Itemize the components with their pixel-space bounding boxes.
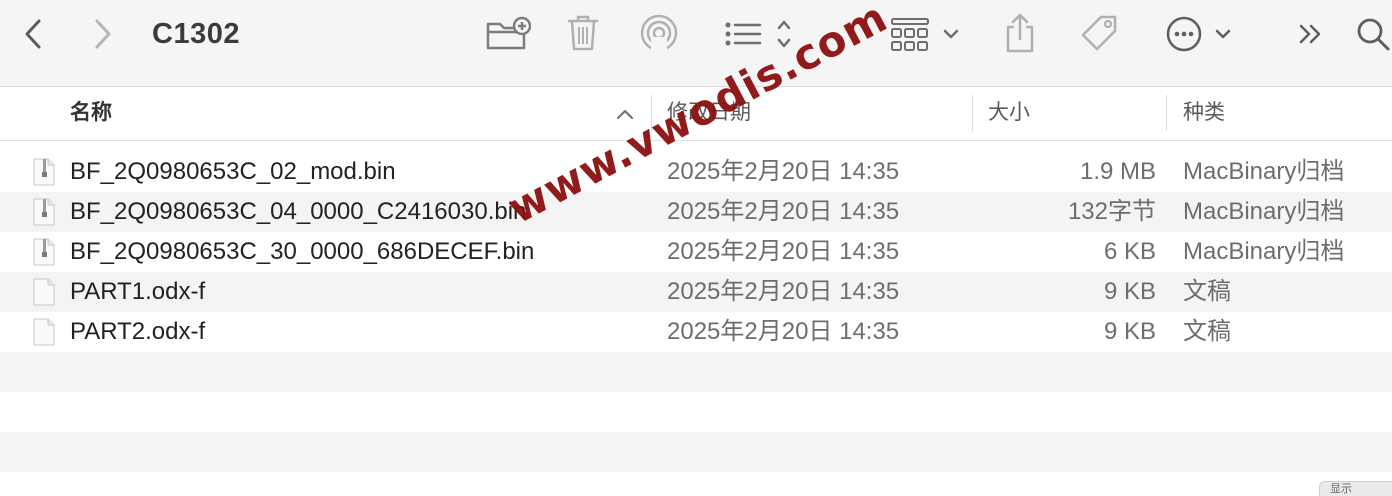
tag-icon	[1081, 15, 1117, 51]
status-corner: 显示	[1319, 481, 1392, 496]
search-button[interactable]	[1354, 14, 1392, 54]
share-icon	[1006, 13, 1034, 53]
file-name: PART2.odx-f	[70, 318, 206, 345]
share-button[interactable]	[1002, 10, 1038, 56]
zip-file-icon	[32, 238, 56, 266]
document-icon	[32, 318, 56, 346]
zip-file-icon	[32, 158, 56, 186]
airdrop-icon	[640, 14, 678, 53]
zip-file-icon	[32, 198, 56, 226]
file-size: 6 KB	[1103, 238, 1156, 265]
trash-button[interactable]	[564, 12, 602, 54]
more-actions-button[interactable]	[1164, 14, 1236, 54]
chevron-right-icon	[95, 19, 111, 49]
file-name: BF_2Q0980653C_04_0000_C2416030.bin	[70, 198, 527, 225]
new-folder-button[interactable]	[484, 14, 532, 54]
window-title: C1302	[152, 18, 240, 50]
file-size: 132字节	[1067, 198, 1156, 225]
file-row[interactable]: PART1.odx-f 2025年2月20日 14:35 9 KB 文稿	[0, 272, 1392, 312]
empty-row	[0, 352, 1392, 392]
file-row[interactable]: PART2.odx-f 2025年2月20日 14:35 9 KB 文稿	[0, 312, 1392, 352]
file-name: PART1.odx-f	[70, 278, 206, 305]
file-size: 1.9 MB	[1079, 158, 1156, 185]
ellipsis-circle-icon	[1166, 16, 1231, 52]
file-size: 9 KB	[1103, 318, 1156, 345]
column-divider[interactable]	[1166, 95, 1167, 131]
file-kind: MacBinary归档	[1183, 238, 1345, 265]
column-name[interactable]: 名称	[70, 87, 112, 140]
file-name: BF_2Q0980653C_02_mod.bin	[70, 158, 396, 185]
empty-row	[0, 392, 1392, 432]
airdrop-button[interactable]	[638, 12, 680, 54]
file-kind: MacBinary归档	[1183, 198, 1345, 225]
file-kind: 文稿	[1183, 318, 1231, 345]
file-kind: MacBinary归档	[1183, 158, 1345, 185]
overflow-button[interactable]	[1294, 16, 1330, 52]
forward-button[interactable]	[88, 18, 118, 50]
tag-button[interactable]	[1078, 12, 1122, 56]
toolbar: C1302	[0, 0, 1392, 87]
file-list: BF_2Q0980653C_02_mod.bin 2025年2月20日 14:3…	[0, 152, 1392, 472]
file-size: 9 KB	[1103, 278, 1156, 305]
trash-icon	[567, 15, 599, 51]
file-date: 2025年2月20日 14:35	[667, 158, 900, 185]
search-icon	[1357, 18, 1390, 51]
empty-row	[0, 432, 1392, 472]
folder-plus-icon	[486, 16, 531, 50]
file-kind: 文稿	[1183, 278, 1231, 305]
column-divider[interactable]	[972, 95, 973, 131]
file-row[interactable]: BF_2Q0980653C_30_0000_686DECEF.bin 2025年…	[0, 232, 1392, 272]
file-date: 2025年2月20日 14:35	[667, 278, 900, 305]
document-icon	[32, 278, 56, 306]
column-size[interactable]: 大小	[988, 87, 1030, 140]
file-date: 2025年2月20日 14:35	[667, 238, 900, 265]
back-button[interactable]	[18, 18, 48, 50]
file-row[interactable]: BF_2Q0980653C_02_mod.bin 2025年2月20日 14:3…	[0, 152, 1392, 192]
group-button[interactable]	[888, 14, 964, 54]
grid-icon	[891, 18, 959, 51]
file-date: 2025年2月20日 14:35	[667, 318, 900, 345]
chevron-left-icon	[25, 19, 41, 49]
double-chevron-right-icon	[1299, 24, 1321, 44]
column-kind[interactable]: 种类	[1183, 87, 1225, 140]
file-name: BF_2Q0980653C_30_0000_686DECEF.bin	[70, 238, 535, 265]
file-date: 2025年2月20日 14:35	[667, 198, 900, 225]
file-row[interactable]: BF_2Q0980653C_04_0000_C2416030.bin 2025年…	[0, 192, 1392, 232]
